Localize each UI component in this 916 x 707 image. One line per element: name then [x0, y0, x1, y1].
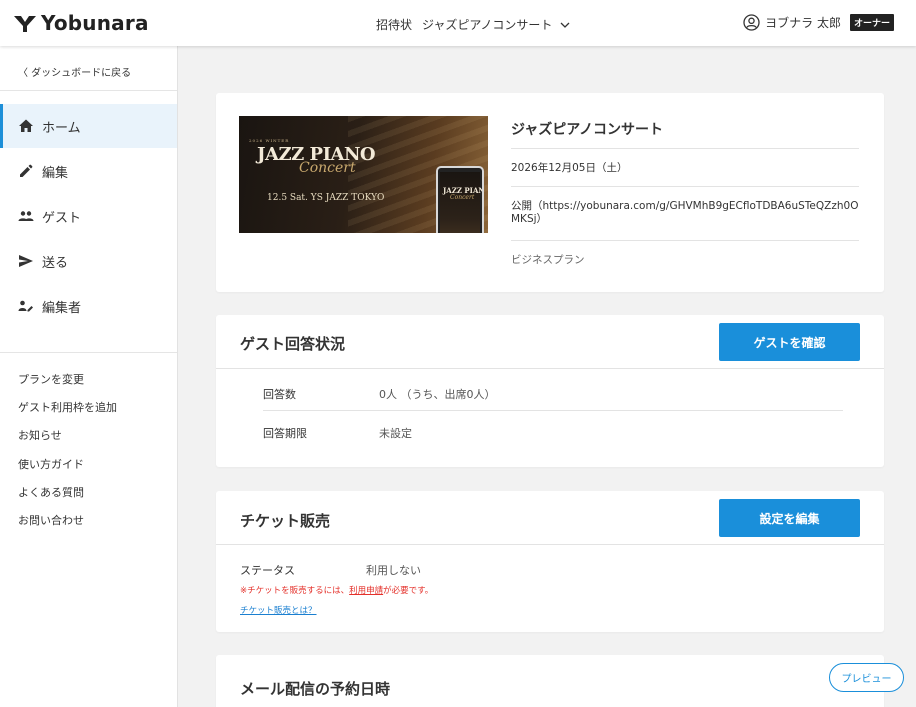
usage-guide-link[interactable]: 使い方ガイド	[18, 456, 84, 472]
sidebar-item-label: 編集	[42, 165, 69, 181]
role-badge: オーナー	[849, 14, 894, 31]
row-divider	[263, 410, 843, 411]
note-text-post: が必要です。	[383, 586, 434, 596]
sidebar-item-label: ゲスト	[42, 210, 82, 226]
user-menu[interactable]: ヨブナラ 太郎 オーナー	[743, 14, 894, 31]
card-divider	[216, 544, 884, 545]
user-name: ヨブナラ 太郎	[765, 16, 841, 30]
event-date: 2026年12月05日（土）	[511, 162, 628, 174]
top-header: Yobunara 招待状 ジャズピアノコンサート ヨブナラ 太郎 オーナー	[0, 0, 916, 46]
user-avatar-icon	[743, 14, 760, 31]
what-is-ticket-sales-link[interactable]: チケット販売とは？	[240, 604, 317, 616]
yobunara-logo-icon	[14, 16, 36, 32]
sidebar-divider	[0, 352, 177, 353]
send-icon	[19, 255, 33, 267]
mail-schedule-card: メール配信の予約日時	[216, 655, 884, 707]
pencil-icon	[20, 164, 33, 177]
phone-screen: JAZZ PIANO Concert	[440, 172, 482, 233]
contact-link[interactable]: お問い合わせ	[18, 512, 84, 528]
cover-small-text: 2026 WINTER	[249, 138, 290, 143]
event-switcher[interactable]: 招待状 ジャズピアノコンサート	[376, 16, 570, 33]
sidebar-item-guests[interactable]: ゲスト	[0, 194, 177, 238]
news-link[interactable]: お知らせ	[18, 427, 62, 443]
ticket-status-value: 利用しない	[366, 564, 421, 577]
ticket-sales-title: チケット販売	[240, 512, 331, 530]
sidebar-item-home[interactable]: ホーム	[0, 104, 177, 148]
back-to-dashboard-link[interactable]: 〈 ダッシュボードに戻る	[18, 64, 131, 79]
response-deadline-value: 未設定	[379, 427, 412, 440]
view-guests-button[interactable]: ゲストを確認	[719, 323, 860, 361]
faq-link[interactable]: よくある質問	[18, 484, 84, 500]
editor-icon	[18, 300, 33, 312]
preview-button[interactable]: プレビュー	[829, 663, 904, 692]
response-deadline-label: 回答期限	[263, 427, 307, 440]
home-icon	[19, 119, 33, 132]
event-summary-card: 2026 WINTER JAZZ PIANO Concert 12.5 Sat.…	[216, 93, 884, 292]
guest-status-title: ゲスト回答状況	[240, 335, 346, 353]
edit-settings-button[interactable]: 設定を編集	[719, 499, 860, 537]
sidebar-item-label: ホーム	[42, 120, 81, 136]
ticket-application-note: ※チケットを販売するには、利用申請が必要です。	[240, 584, 433, 596]
logo[interactable]: Yobunara	[13, 11, 149, 35]
event-public-url[interactable]: 公開（https://yobunara.com/g/GHVMhB9gECfloT…	[511, 187, 859, 226]
ticket-sales-card: チケット販売 設定を編集 ステータス 利用しない ※チケットを販売するには、利用…	[216, 491, 884, 632]
logo-text: Yobunara	[41, 11, 149, 35]
event-cover-image[interactable]: 2026 WINTER JAZZ PIANO Concert 12.5 Sat.…	[239, 116, 488, 233]
guest-status-card: ゲスト回答状況 ゲストを確認 回答数 0人 （うち、出席0人） 回答期限 未設定	[216, 315, 884, 467]
sidebar-divider	[0, 90, 177, 91]
chevron-down-icon	[560, 22, 570, 28]
people-icon	[18, 211, 34, 221]
add-guest-quota-link[interactable]: ゲスト利用枠を追加	[18, 399, 117, 415]
change-plan-link[interactable]: プランを変更	[18, 371, 84, 387]
event-selector-title: ジャズピアノコンサート	[422, 18, 553, 32]
note-text-pre: ※チケットを販売するには、	[240, 586, 350, 596]
sidebar-item-label: 送る	[42, 255, 69, 271]
event-date-row: 2026年12月05日（土）	[511, 148, 859, 187]
sidebar-item-editors[interactable]: 編集者	[0, 284, 177, 328]
event-title: ジャズピアノコンサート	[511, 122, 664, 138]
invitation-label: 招待状	[376, 18, 413, 32]
sidebar-item-send[interactable]: 送る	[0, 239, 177, 283]
sidebar-item-edit[interactable]: 編集	[0, 149, 177, 193]
phone-mockup: JAZZ PIANO Concert	[436, 166, 484, 233]
event-plan: ビジネスプラン	[511, 254, 585, 266]
card-divider	[216, 368, 884, 369]
event-url-row: 公開（https://yobunara.com/g/GHVMhB9gECfloT…	[511, 186, 859, 241]
sidebar: 〈 ダッシュボードに戻る ホーム 編集 ゲスト 送る 編集者 プランを変更 ゲス…	[0, 46, 178, 707]
cover-date: 12.5 Sat. YS JAZZ TOKYO	[267, 193, 385, 203]
mail-schedule-title: メール配信の予約日時	[240, 680, 391, 698]
phone-cover-script: Concert	[450, 194, 475, 201]
cover-script: Concert	[299, 160, 356, 176]
response-count-value: 0人 （うち、出席0人）	[379, 388, 496, 401]
sidebar-item-label: 編集者	[42, 300, 82, 316]
response-count-label: 回答数	[263, 388, 296, 401]
usage-application-link[interactable]: 利用申請	[349, 586, 383, 596]
ticket-status-label: ステータス	[240, 564, 295, 577]
event-plan-row: ビジネスプラン	[511, 240, 859, 280]
